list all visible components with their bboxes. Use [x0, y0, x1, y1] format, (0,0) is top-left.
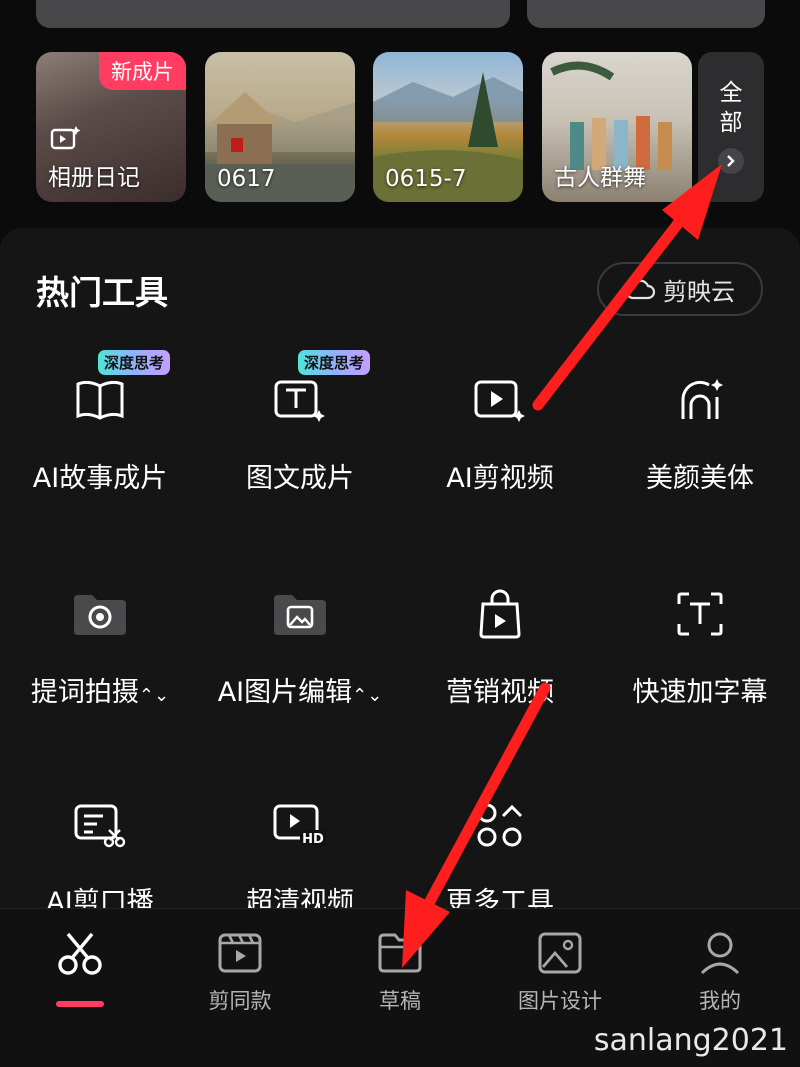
- top-card-right[interactable]: [527, 0, 765, 28]
- active-tab-indicator: [56, 1001, 104, 1007]
- tool-teleprompter[interactable]: 提词拍摄⌃⌄: [0, 584, 200, 709]
- svg-text:HD: HD: [302, 832, 324, 847]
- image-folder-icon: [274, 595, 326, 635]
- album-diary-icon: [50, 126, 81, 150]
- shopping-bag-icon: [479, 589, 521, 639]
- book-icon: [76, 380, 124, 420]
- album-label: 0617: [217, 166, 276, 192]
- tab-image-design[interactable]: 图片设计: [480, 931, 640, 1015]
- album-label: 古人群舞: [554, 165, 646, 191]
- album-label: 相册日记: [48, 165, 140, 191]
- user-icon: [700, 932, 740, 975]
- speech-cut-icon: [74, 804, 126, 848]
- tool-marketing-video[interactable]: 营销视频: [400, 584, 600, 709]
- deep-think-badge: 深度思考: [98, 350, 171, 375]
- tool-beauty[interactable]: 美颜美体: [600, 370, 800, 495]
- album-thumb[interactable]: 古人群舞: [542, 52, 692, 202]
- tab-label: 草稿: [379, 989, 421, 1013]
- album-thumb[interactable]: 0615-7: [373, 52, 523, 202]
- clapper-icon: [218, 933, 262, 973]
- tool-ai-speech-cut[interactable]: AI剪口播: [0, 794, 200, 919]
- tool-label: AI故事成片: [32, 463, 168, 494]
- new-badge: 新成片: [99, 52, 186, 90]
- hd-video-icon: HD: [273, 804, 326, 847]
- albums-all-button[interactable]: 全部: [698, 52, 764, 202]
- camera-folder-icon: [74, 595, 126, 635]
- scissors-icon: [58, 932, 102, 975]
- tool-hd-video[interactable]: HD 超清视频: [200, 794, 400, 919]
- tool-label: 美颜美体: [646, 463, 754, 494]
- tab-label: 我的: [699, 989, 741, 1013]
- expand-icon: ⌃⌄: [138, 685, 170, 706]
- cloud-button-label: 剪映云: [663, 277, 735, 306]
- tool-label: AI图片编辑⌃⌄: [217, 677, 383, 708]
- tab-drafts[interactable]: 草稿: [320, 931, 480, 1015]
- cloud-button[interactable]: 剪映云: [597, 262, 763, 316]
- caption-icon: [677, 592, 723, 636]
- tool-quick-caption[interactable]: 快速加字幕: [600, 584, 800, 709]
- expand-icon: ⌃⌄: [352, 685, 383, 706]
- watermark: sanlang2021: [593, 1023, 788, 1058]
- tool-label: AI剪视频: [446, 463, 554, 494]
- text-image-icon: [274, 380, 325, 422]
- tool-text-to-video[interactable]: 深度思考 图文成片: [200, 350, 400, 495]
- deep-think-badge: 深度思考: [298, 350, 371, 375]
- folder-icon: [378, 933, 422, 973]
- tool-ai-edit-video[interactable]: AI剪视频: [400, 370, 600, 495]
- album-thumb[interactable]: 0617: [205, 52, 355, 202]
- tab-edit[interactable]: [0, 931, 160, 1007]
- tab-profile[interactable]: 我的: [640, 931, 800, 1015]
- tab-label: 图片设计: [518, 989, 602, 1013]
- tab-label: 剪同款: [208, 989, 272, 1013]
- album-thumb[interactable]: 新成片 相册日记: [36, 52, 186, 202]
- more-tools-icon: [477, 803, 523, 847]
- albums-all-label: 全部: [719, 80, 743, 136]
- ai-video-icon: [474, 380, 525, 422]
- chevron-right-icon: [718, 148, 744, 174]
- tool-label: 提词拍摄⌃⌄: [30, 677, 170, 708]
- tool-ai-story[interactable]: 深度思考 AI故事成片: [0, 350, 200, 495]
- cloud-icon: [625, 279, 655, 300]
- tool-label: 营销视频: [446, 677, 554, 708]
- section-title: 热门工具: [36, 273, 168, 312]
- tab-templates[interactable]: 剪同款: [160, 931, 320, 1015]
- tool-label: 图文成片: [246, 463, 354, 494]
- picture-icon: [538, 932, 582, 974]
- tool-more-tools[interactable]: 更多工具: [400, 794, 600, 919]
- beauty-icon: [681, 379, 723, 419]
- tool-ai-image-edit[interactable]: AI图片编辑⌃⌄: [200, 584, 400, 709]
- album-label: 0615-7: [385, 166, 467, 192]
- top-card-left[interactable]: [36, 0, 510, 28]
- tool-label: 快速加字幕: [632, 677, 768, 708]
